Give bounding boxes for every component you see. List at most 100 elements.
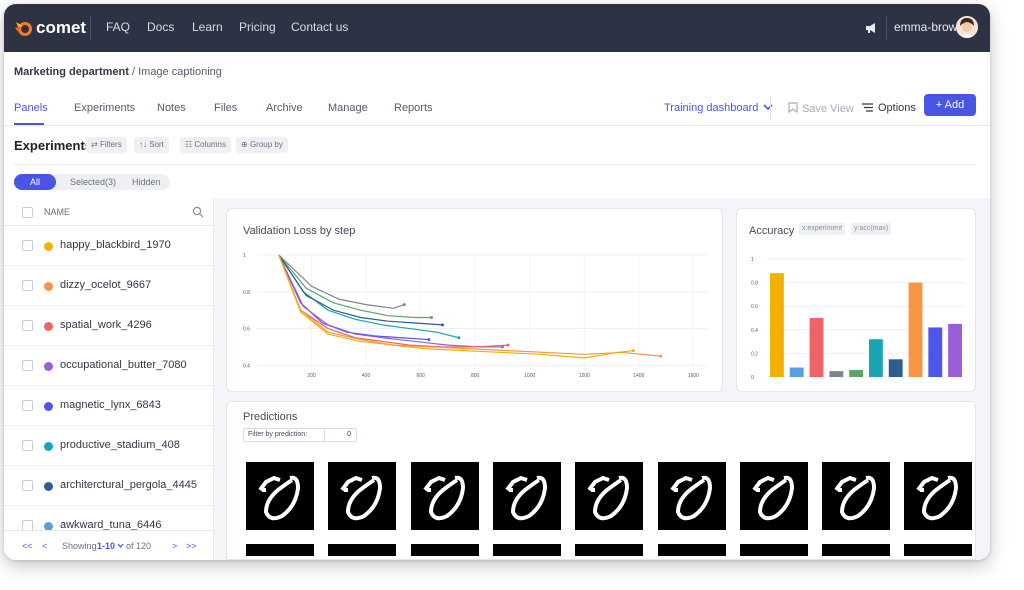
breadcrumb-separator: /: [128, 66, 139, 78]
prediction-thumbnail[interactable]: [822, 544, 891, 556]
nav-link-docs[interactable]: Docs: [147, 20, 174, 34]
prediction-thumbnail[interactable]: [739, 462, 808, 530]
row-checkbox[interactable]: [22, 440, 33, 451]
accuracy-bar[interactable]: [948, 323, 963, 377]
experiment-row[interactable]: happy_blackbird_1970: [4, 226, 213, 266]
select-all-checkbox[interactable]: [22, 207, 33, 218]
prediction-filter-input[interactable]: 0: [324, 429, 357, 441]
last-page-button[interactable]: >>: [186, 541, 197, 551]
first-page-button[interactable]: <<: [22, 541, 33, 551]
prediction-thumbnail[interactable]: [657, 462, 726, 530]
segment-hidden[interactable]: Hidden: [132, 174, 161, 190]
tab-reports[interactable]: Reports: [394, 102, 433, 114]
loss-series-line[interactable]: [278, 254, 405, 309]
experiment-row[interactable]: dizzy_ocelot_9667: [4, 266, 213, 306]
megaphone-icon[interactable]: [864, 21, 878, 35]
accuracy-chart[interactable]: 0 0.2 0.4 0.6 0.8 1: [737, 209, 977, 393]
name-column-header[interactable]: NAME: [44, 207, 70, 217]
row-checkbox[interactable]: [22, 400, 33, 411]
next-page-button[interactable]: >: [172, 541, 177, 551]
dashboard-select[interactable]: Training dashboard: [664, 102, 774, 114]
comet-logo[interactable]: comet: [14, 16, 86, 40]
filters-button[interactable]: ⇄ Filters: [86, 137, 127, 153]
loss-series-line[interactable]: [278, 254, 661, 357]
experiment-row[interactable]: spatial_work_4296: [4, 306, 213, 346]
digit-image: [505, 475, 547, 521]
loss-series-line[interactable]: [278, 254, 429, 341]
row-checkbox[interactable]: [22, 480, 33, 491]
experiment-name[interactable]: architerctural_pergola_4445: [60, 479, 197, 491]
prediction-thumbnail[interactable]: [492, 462, 561, 530]
prediction-thumbnail[interactable]: [246, 462, 314, 530]
nav-link-faq[interactable]: FAQ: [106, 20, 130, 34]
experiment-name[interactable]: productive_stadium_408: [60, 439, 180, 451]
prediction-thumbnail[interactable]: [657, 544, 726, 556]
accuracy-bar[interactable]: [809, 318, 824, 377]
segment-all[interactable]: All: [14, 174, 56, 190]
prediction-thumbnail[interactable]: [492, 544, 561, 556]
prediction-thumbnail[interactable]: [410, 462, 479, 530]
accuracy-bar[interactable]: [849, 369, 864, 377]
row-checkbox[interactable]: [22, 280, 33, 291]
options-button[interactable]: Options: [862, 102, 916, 114]
experiment-row[interactable]: magnetic_lynx_6843: [4, 386, 213, 426]
row-checkbox[interactable]: [22, 240, 33, 251]
accuracy-bar[interactable]: [789, 367, 804, 377]
nav-link-learn[interactable]: Learn: [192, 20, 223, 34]
save-view-button[interactable]: Save View: [788, 102, 854, 115]
search-icon[interactable]: [192, 206, 204, 218]
prediction-thumbnail[interactable]: [328, 462, 397, 530]
tab-files[interactable]: Files: [214, 102, 237, 114]
prediction-thumbnail[interactable]: [575, 462, 644, 530]
breadcrumb-workspace[interactable]: Marketing department: [14, 66, 129, 78]
accuracy-bar[interactable]: [888, 359, 903, 377]
experiment-name[interactable]: occupational_butter_7080: [60, 359, 187, 371]
row-checkbox[interactable]: [22, 360, 33, 371]
loss-series-line[interactable]: [278, 254, 508, 348]
experiment-row[interactable]: occupational_butter_7080: [4, 346, 213, 386]
loss-series-line[interactable]: [278, 254, 503, 348]
prediction-thumbnail[interactable]: [904, 462, 973, 530]
experiment-name[interactable]: magnetic_lynx_6843: [60, 399, 161, 411]
group-by-button[interactable]: ⊕ Group by: [236, 137, 288, 153]
experiment-row[interactable]: productive_stadium_408: [4, 426, 213, 466]
prev-page-button[interactable]: <: [42, 541, 47, 551]
prediction-thumbnail[interactable]: [822, 462, 891, 530]
tab-notes[interactable]: Notes: [157, 102, 186, 114]
experiment-name[interactable]: happy_blackbird_1970: [60, 239, 171, 251]
tab-experiments[interactable]: Experiments: [74, 102, 135, 114]
chevron-down-icon: [763, 104, 774, 111]
accuracy-bar[interactable]: [868, 339, 883, 377]
prediction-thumbnail[interactable]: [904, 544, 973, 556]
breadcrumb-project[interactable]: Image captioning: [138, 66, 222, 78]
prediction-thumbnail[interactable]: [739, 544, 808, 556]
prediction-thumbnail[interactable]: [410, 544, 479, 556]
tab-manage[interactable]: Manage: [328, 102, 368, 114]
loss-series-line[interactable]: [278, 254, 459, 339]
columns-button[interactable]: ☷ Columns: [180, 137, 231, 153]
loss-series-line[interactable]: [278, 254, 634, 359]
experiment-name[interactable]: dizzy_ocelot_9667: [60, 279, 151, 291]
experiment-name[interactable]: spatial_work_4296: [60, 319, 152, 331]
add-button[interactable]: + Add: [924, 94, 976, 116]
nav-link-pricing[interactable]: Pricing: [239, 20, 276, 34]
accuracy-bar[interactable]: [829, 371, 844, 377]
sort-button[interactable]: ↑↓ Sort: [134, 137, 169, 153]
experiment-row[interactable]: architerctural_pergola_4445: [4, 466, 213, 506]
nav-link-contact[interactable]: Contact us: [291, 20, 348, 34]
row-checkbox[interactable]: [22, 320, 33, 331]
accuracy-bar[interactable]: [769, 273, 784, 377]
segment-selected[interactable]: Selected(3): [70, 174, 116, 190]
tab-panels[interactable]: Panels: [14, 102, 48, 114]
validation-loss-chart[interactable]: 0.40.60.81200 400 600 800 1000 1200 1400 1600: [227, 209, 724, 393]
loss-series-line[interactable]: [278, 254, 432, 319]
tab-archive[interactable]: Archive: [266, 102, 303, 114]
prediction-thumbnail[interactable]: [246, 544, 314, 556]
page-range-select[interactable]: 1-10: [97, 541, 115, 551]
avatar[interactable]: [956, 16, 978, 38]
prediction-thumbnail[interactable]: [575, 544, 644, 556]
username[interactable]: emma-brown: [894, 20, 964, 34]
accuracy-bar[interactable]: [928, 327, 943, 377]
accuracy-bar[interactable]: [908, 282, 923, 377]
prediction-thumbnail[interactable]: [328, 544, 397, 556]
